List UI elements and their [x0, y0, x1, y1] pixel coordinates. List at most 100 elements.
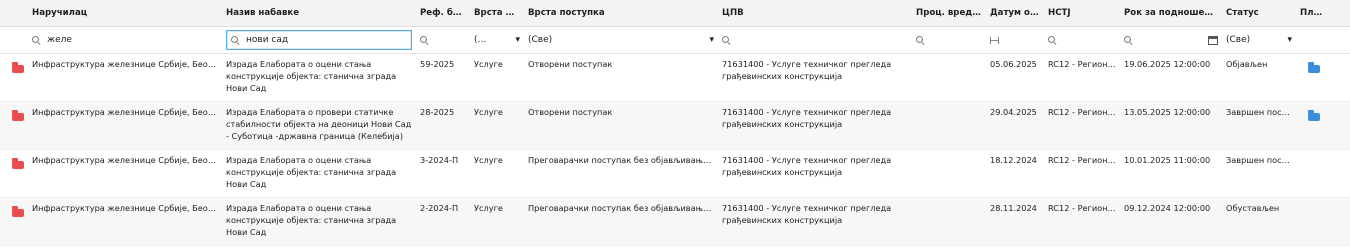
- row-estimated-value: [912, 198, 986, 202]
- filter-row: желе нови сад (… ▾ (Све) ▾ (Све) ▾: [0, 27, 1350, 54]
- row-nstj: RC12 - Регион …: [1048, 59, 1119, 69]
- table-row[interactable]: Инфраструктура железнице Србије, Београд…: [0, 150, 1350, 198]
- row-status: Обустављен: [1226, 203, 1280, 213]
- row-status: Објављен: [1226, 59, 1268, 69]
- table-row[interactable]: Инфраструктура железнице Србије, Београд…: [0, 102, 1350, 150]
- folder-icon[interactable]: [12, 110, 24, 121]
- column-header-procedure-type[interactable]: Врста поступка: [524, 7, 718, 19]
- row-nstj: RC12 - Регион …: [1048, 155, 1119, 165]
- filter-type-short[interactable]: (… ▾: [470, 35, 524, 45]
- filter-deadline[interactable]: [1120, 35, 1222, 45]
- calendar-icon[interactable]: [1208, 35, 1218, 45]
- row-procurement-name[interactable]: Израда Елабората о оцени стања конструкц…: [222, 54, 416, 94]
- row-folder-icon-cell: [0, 198, 28, 217]
- plan-folder-icon[interactable]: [1308, 62, 1320, 73]
- row-procedure-type: Отворени поступак: [528, 107, 613, 117]
- row-procedure-type: Преговарачки поступак без објављивања ј…: [528, 203, 718, 213]
- row-cpv: 71631400 - Услуге техничког прегледа гра…: [722, 59, 892, 81]
- procurement-name-filter-input[interactable]: нови сад: [226, 30, 412, 50]
- filter-cpv[interactable]: [718, 35, 912, 45]
- row-plan: [1296, 54, 1328, 73]
- search-icon: [1124, 35, 1133, 45]
- date-range-icon: [990, 36, 999, 44]
- row-procurement-name[interactable]: Израда Елабората о провери статичке стаб…: [222, 102, 416, 142]
- row-estimated-value: [912, 102, 986, 106]
- filter-nstj[interactable]: [1044, 35, 1120, 45]
- chevron-down-icon[interactable]: ▾: [1287, 35, 1292, 45]
- filter-estimated-value[interactable]: [912, 35, 986, 45]
- filter-orderer[interactable]: желе: [28, 35, 222, 45]
- row-publish-date: 29.04.2025: [990, 107, 1037, 117]
- plan-folder-icon[interactable]: [1308, 110, 1320, 121]
- filter-orderer-value[interactable]: желе: [47, 35, 72, 45]
- filter-procurement-name-value[interactable]: нови сад: [246, 35, 288, 45]
- row-estimated-value: [912, 54, 986, 58]
- column-header-procurement-name[interactable]: Назив набавке: [222, 7, 416, 19]
- row-status: Завршен пост…: [1226, 107, 1295, 117]
- search-icon: [32, 35, 41, 45]
- row-procedure-type: Преговарачки поступак без објављивања ј…: [528, 155, 718, 165]
- row-cpv: 71631400 - Услуге техничког прегледа гра…: [722, 155, 892, 177]
- column-header-status[interactable]: Статус: [1222, 7, 1296, 19]
- procurement-grid: Наручилац Назив набавке Реф. број Врста …: [0, 0, 1350, 248]
- row-estimated-value: [912, 150, 986, 154]
- row-folder-icon-cell: [0, 102, 28, 121]
- column-header-ref-number[interactable]: Реф. број: [416, 7, 470, 19]
- row-plan: [1296, 150, 1328, 154]
- search-icon: [1048, 35, 1057, 45]
- row-ref-number: 28-2025: [420, 107, 455, 117]
- table-row[interactable]: Инфраструктура железнице Србије, Београд…: [0, 198, 1350, 246]
- row-procedure-type: Отворени поступак: [528, 59, 613, 69]
- row-procurement-name[interactable]: Израда Елабората о оцени стања конструкц…: [222, 198, 416, 238]
- row-orderer: Инфраструктура железнице Србије, Београд: [32, 59, 222, 69]
- row-type-short: Услуге: [474, 203, 503, 213]
- row-publish-date: 05.06.2025: [990, 59, 1037, 69]
- chevron-down-icon[interactable]: ▾: [515, 35, 520, 45]
- row-deadline: 19.06.2025 12:00:00: [1124, 59, 1211, 69]
- row-ref-number: 3-2024-П: [420, 155, 459, 165]
- column-header-publish-date[interactable]: Датум обј…: [986, 7, 1044, 19]
- chevron-down-icon[interactable]: ▾: [709, 35, 714, 45]
- column-header-type-short[interactable]: Врста п…: [470, 7, 524, 19]
- search-icon: [420, 35, 429, 45]
- row-type-short: Услуге: [474, 107, 503, 117]
- search-icon: [231, 35, 240, 45]
- search-icon: [722, 35, 731, 45]
- row-status: Завршен пост…: [1226, 155, 1295, 165]
- column-header-plan[interactable]: План: [1296, 7, 1328, 19]
- row-deadline: 09.12.2024 12:00:00: [1124, 203, 1211, 213]
- row-procurement-name[interactable]: Израда Елабората о оцени стања конструкц…: [222, 150, 416, 190]
- row-orderer: Инфраструктура железнице Србије, Београд: [32, 155, 222, 165]
- row-cpv: 71631400 - Услуге техничког прегледа гра…: [722, 107, 892, 129]
- folder-icon[interactable]: [12, 158, 24, 169]
- column-header-cpv[interactable]: ЦПВ: [718, 7, 912, 19]
- row-deadline: 10.01.2025 11:00:00: [1124, 155, 1211, 165]
- column-header-nstj[interactable]: НСТЈ: [1044, 7, 1120, 19]
- search-icon: [916, 35, 925, 45]
- filter-type-short-value[interactable]: (…: [474, 35, 487, 45]
- column-header-deadline[interactable]: Рок за подношење: [1120, 7, 1222, 19]
- row-deadline: 13.05.2025 12:00:00: [1124, 107, 1211, 117]
- row-folder-icon-cell: [0, 150, 28, 169]
- filter-ref-number[interactable]: [416, 35, 470, 45]
- column-header-estimated-value[interactable]: Проц. вредност: [912, 7, 986, 19]
- filter-status[interactable]: (Све) ▾: [1222, 35, 1296, 45]
- filter-procedure-type-value[interactable]: (Све): [528, 35, 552, 45]
- filter-procedure-type[interactable]: (Све) ▾: [524, 35, 718, 45]
- filter-publish-date[interactable]: [986, 36, 1044, 44]
- row-type-short: Услуге: [474, 59, 503, 69]
- row-folder-icon-cell: [0, 54, 28, 73]
- table-row[interactable]: Инфраструктура железнице Србије, Београд…: [0, 54, 1350, 102]
- row-orderer: Инфраструктура железнице Србије, Београд: [32, 203, 222, 213]
- grid-header: Наручилац Назив набавке Реф. број Врста …: [0, 0, 1350, 27]
- column-header-orderer[interactable]: Наручилац: [28, 7, 222, 19]
- folder-icon[interactable]: [12, 206, 24, 217]
- row-type-short: Услуге: [474, 155, 503, 165]
- row-plan: [1296, 102, 1328, 121]
- folder-icon[interactable]: [12, 62, 24, 73]
- row-ref-number: 2-2024-П: [420, 203, 459, 213]
- filter-procurement-name[interactable]: нови сад: [222, 30, 416, 50]
- row-publish-date: 28.11.2024: [990, 203, 1037, 213]
- filter-status-value[interactable]: (Све): [1226, 35, 1250, 45]
- row-cpv: 71631400 - Услуге техничког прегледа гра…: [722, 203, 892, 225]
